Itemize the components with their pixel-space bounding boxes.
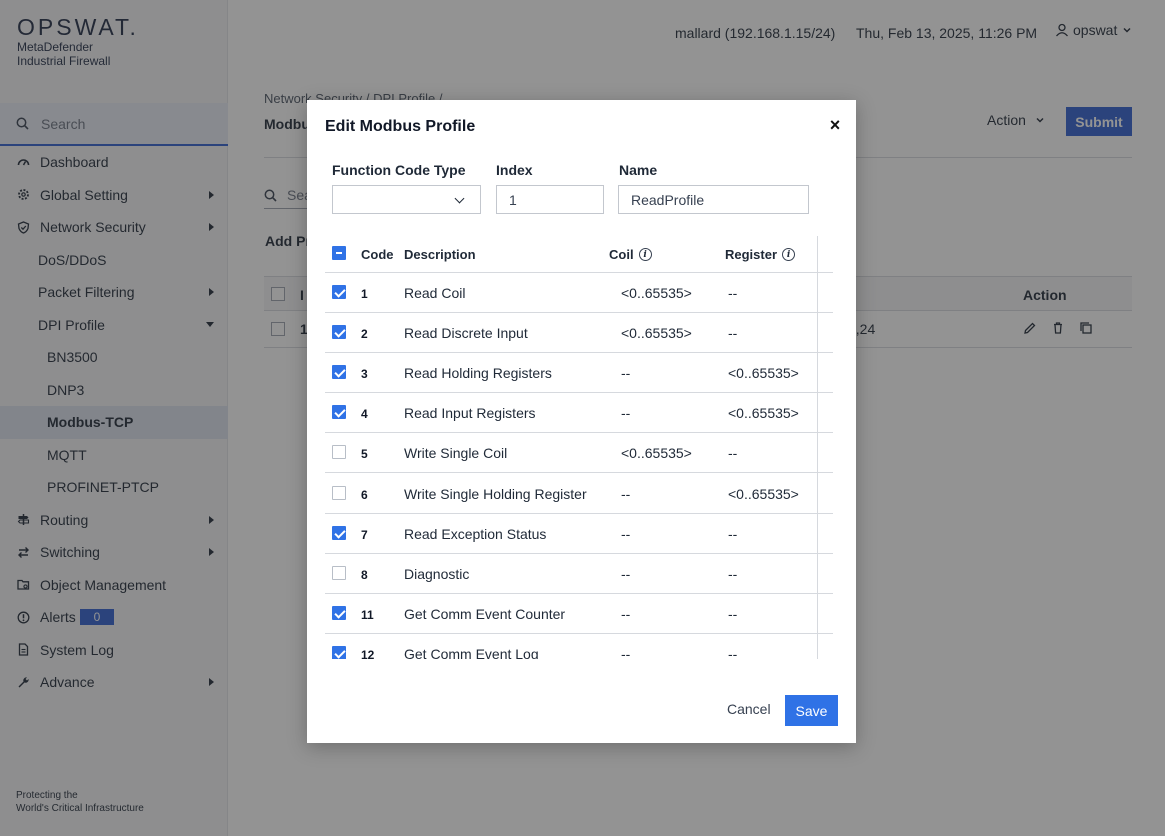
row-checkbox[interactable]	[332, 405, 346, 420]
row-coil: --	[621, 605, 631, 622]
row-code: 11	[361, 607, 374, 622]
row-checkbox[interactable]	[332, 445, 346, 460]
row-coil: --	[621, 565, 631, 582]
column-header-coil: Coil i	[609, 247, 652, 262]
row-checkbox[interactable]	[332, 365, 346, 380]
table-row[interactable]: 6 Write Single Holding Register -- <0..6553…	[325, 474, 833, 514]
row-checkbox[interactable]	[332, 485, 346, 500]
select-all-checkbox[interactable]	[332, 246, 346, 260]
name-label: Name	[619, 162, 658, 178]
row-code: 6	[361, 487, 368, 502]
table-row[interactable]: 7 Read Exception Status -- --	[325, 514, 833, 554]
function-code-type-select[interactable]	[332, 185, 481, 214]
row-coil: <0..65535>	[621, 325, 692, 342]
row-code: 4	[361, 407, 368, 422]
row-code: 5	[361, 447, 368, 462]
table-scrollbar[interactable]	[817, 236, 818, 659]
row-description: Write Single Coil	[404, 445, 508, 462]
row-description: Get Comm Event Log	[404, 645, 539, 659]
row-register: --	[728, 445, 738, 462]
index-input[interactable]	[496, 185, 604, 214]
table-row[interactable]: 2 Read Discrete Input <0..65535> --	[325, 313, 833, 354]
row-coil: --	[621, 525, 631, 542]
row-code: 3	[361, 367, 368, 382]
row-checkbox[interactable]	[332, 525, 346, 540]
table-row[interactable]: 1 Read Coil <0..65535> --	[325, 273, 833, 314]
row-register: --	[728, 325, 738, 342]
row-description: Read Discrete Input	[404, 325, 528, 342]
edit-modbus-profile-dialog: Edit Modbus Profile × Function Code Type…	[307, 100, 856, 743]
row-register: <0..65535>	[728, 485, 799, 502]
name-input[interactable]	[618, 185, 809, 214]
dialog-title: Edit Modbus Profile	[325, 118, 476, 135]
row-checkbox[interactable]	[332, 325, 346, 340]
row-coil: --	[621, 405, 631, 422]
row-register: <0..65535>	[728, 365, 799, 382]
table-row[interactable]: 4 Read Input Registers -- <0..65535>	[325, 393, 833, 434]
row-register: --	[728, 605, 738, 622]
row-code: 1	[361, 287, 368, 301]
row-register: --	[728, 525, 738, 542]
row-code: 8	[361, 567, 368, 582]
row-coil: --	[621, 485, 631, 502]
index-label: Index	[496, 162, 533, 178]
row-code: 12	[361, 647, 375, 659]
save-button[interactable]: Save	[785, 695, 838, 726]
function-code-type-label: Function Code Type	[332, 162, 466, 178]
table-header: Code Description Coil i Register i	[325, 236, 833, 273]
column-header-register: Register i	[725, 247, 796, 262]
row-coil: --	[621, 645, 631, 659]
row-description: Diagnostic	[404, 565, 470, 582]
row-coil: --	[621, 365, 631, 382]
chevron-down-icon	[454, 193, 465, 204]
table-row[interactable]: 3 Read Holding Registers -- <0..65535>	[325, 353, 833, 394]
row-description: Write Single Holding Register	[404, 485, 587, 502]
row-register: <0..65535>	[728, 405, 799, 422]
column-header-code: Code	[361, 247, 394, 262]
row-register: --	[728, 645, 738, 659]
row-register: --	[728, 565, 738, 582]
row-code: 2	[361, 327, 368, 342]
row-description: Read Holding Registers	[404, 365, 552, 382]
row-description: Get Comm Event Counter	[404, 605, 566, 622]
close-icon[interactable]: ×	[827, 116, 843, 134]
row-description: Read Coil	[404, 285, 466, 301]
row-coil: <0..65535>	[621, 445, 692, 462]
row-checkbox[interactable]	[332, 645, 346, 659]
info-icon[interactable]: i	[782, 248, 796, 261]
row-checkbox[interactable]	[332, 605, 346, 620]
table-row[interactable]: 5 Write Single Coil <0..65535> --	[325, 433, 833, 474]
table-row[interactable]: 11 Get Comm Event Counter -- --	[325, 594, 833, 634]
row-description: Read Exception Status	[404, 525, 547, 542]
info-icon[interactable]: i	[638, 248, 652, 261]
table-row[interactable]: 12 Get Comm Event Log -- --	[325, 634, 833, 659]
row-code: 7	[361, 527, 368, 542]
row-description: Read Input Registers	[404, 405, 536, 422]
function-code-table: Code Description Coil i Register i 1 Read C…	[325, 236, 837, 659]
row-register: --	[728, 285, 738, 301]
table-row[interactable]: 8 Diagnostic -- --	[325, 554, 833, 594]
column-header-description: Description	[404, 247, 476, 262]
row-checkbox[interactable]	[332, 565, 346, 580]
row-checkbox[interactable]	[332, 285, 346, 299]
row-coil: <0..65535>	[621, 285, 692, 301]
cancel-button[interactable]: Cancel	[727, 701, 771, 717]
